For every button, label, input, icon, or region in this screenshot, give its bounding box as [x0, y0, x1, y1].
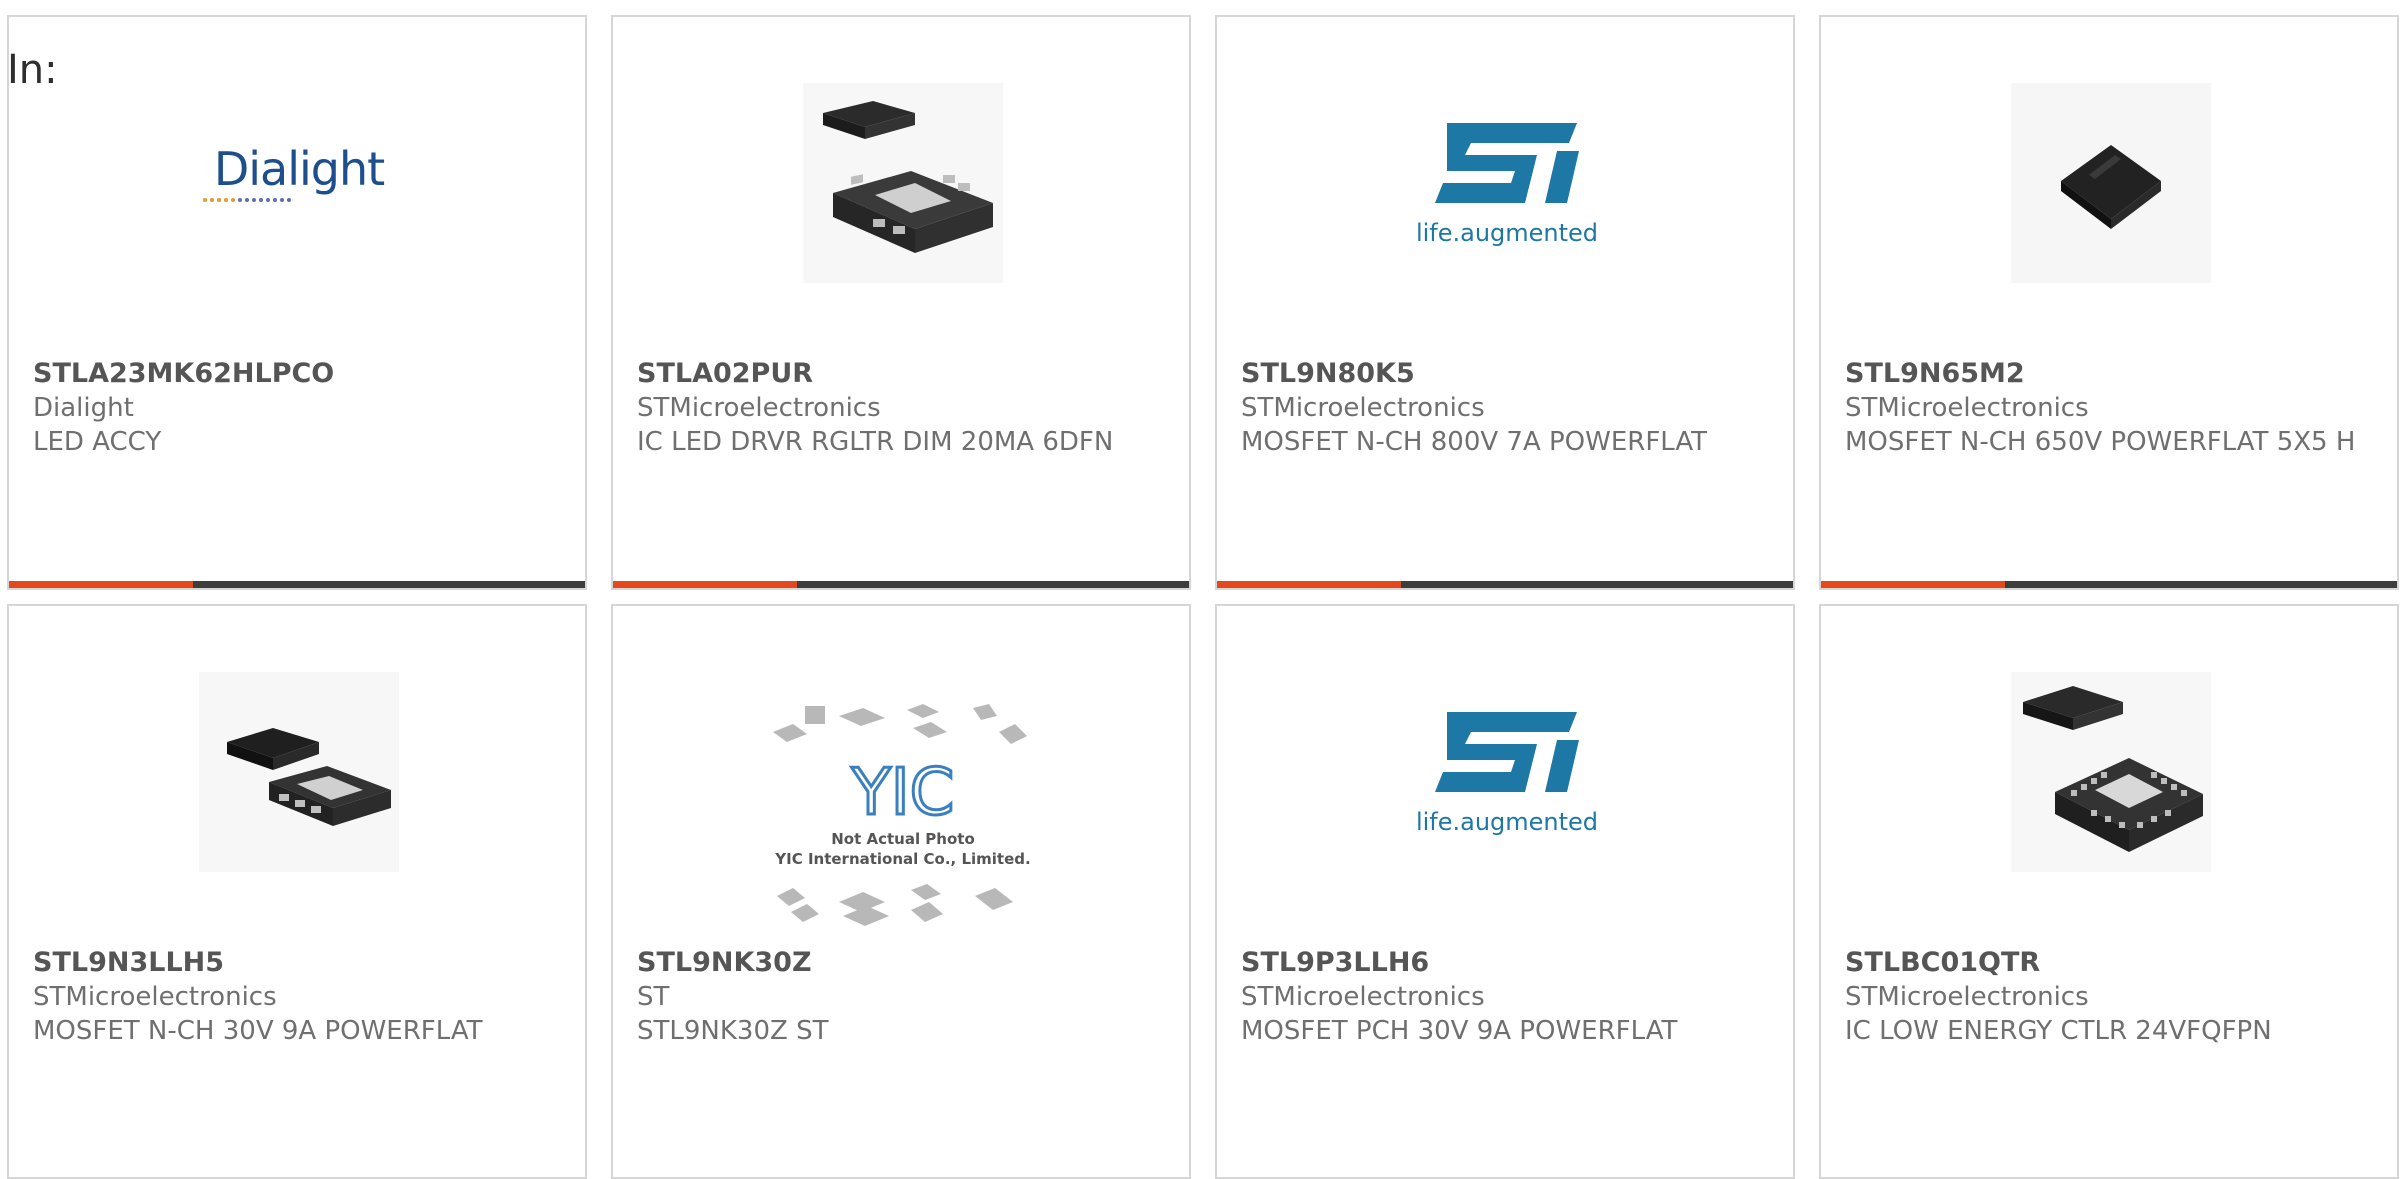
- product-description: MOSFET N-CH 30V 9A POWERFLAT: [33, 1016, 483, 1046]
- manufacturer: Dialight: [33, 393, 134, 423]
- card-progress-bar: [613, 581, 1189, 588]
- qfn-package-icon: [2011, 672, 2211, 872]
- product-card[interactable]: STL9N65M2 STMicroelectronics MOSFET N-CH…: [1819, 15, 2399, 590]
- product-description: IC LOW ENERGY CTLR 24VFQFPN: [1845, 1016, 2272, 1046]
- manufacturer: STMicroelectronics: [1241, 982, 1485, 1012]
- dialight-logo-icon: Dialight: [203, 143, 385, 202]
- product-grid: Dialight STLA23MK62HLPCO Dialight LED AC…: [7, 15, 2400, 1179]
- powerflat-chip-icon: [2011, 83, 2211, 283]
- card-progress-fill: [613, 581, 798, 588]
- st-logo-icon: life.augmented: [1416, 123, 1598, 247]
- part-number[interactable]: STLA23MK62HLPCO: [33, 357, 553, 391]
- product-card[interactable]: YIC Not Actual Photo YIC International C…: [611, 604, 1191, 1179]
- part-number[interactable]: STLA02PUR: [637, 357, 1157, 391]
- product-description: MOSFET N-CH 650V POWERFLAT 5X5 H: [1845, 427, 2356, 457]
- product-card[interactable]: life.augmented STL9N80K5 STMicroelectron…: [1215, 15, 1795, 590]
- product-info: STLBC01QTR STMicroelectronics IC LOW ENE…: [1845, 946, 2365, 1048]
- card-progress-fill: [1217, 581, 1402, 588]
- product-info: STL9N3LLH5 STMicroelectronics MOSFET N-C…: [33, 946, 553, 1048]
- svg-text:YIC: YIC: [851, 756, 955, 830]
- product-info: STL9N80K5 STMicroelectronics MOSFET N-CH…: [1241, 357, 1761, 459]
- product-info: STLA23MK62HLPCO Dialight LED ACCY: [33, 357, 553, 459]
- dfn-package-icon: [803, 83, 1003, 283]
- manufacturer: STMicroelectronics: [1845, 393, 2089, 423]
- manufacturer: STMicroelectronics: [1241, 393, 1485, 423]
- product-image[interactable]: life.augmented: [1407, 83, 1607, 283]
- product-card[interactable]: Dialight STLA23MK62HLPCO Dialight LED AC…: [7, 15, 587, 590]
- product-description: STL9NK30Z ST: [637, 1016, 829, 1046]
- part-number[interactable]: STLBC01QTR: [1845, 946, 2365, 980]
- product-image[interactable]: [803, 83, 1003, 283]
- powerflat-package-icon: [199, 672, 399, 872]
- svg-text:Not Actual Photo: Not Actual Photo: [831, 830, 975, 848]
- product-image[interactable]: Dialight: [199, 83, 399, 283]
- svg-text:Dialight: Dialight: [214, 143, 384, 196]
- manufacturer: STMicroelectronics: [33, 982, 277, 1012]
- product-card[interactable]: STLA02PUR STMicroelectronics IC LED DRVR…: [611, 15, 1191, 590]
- product-image[interactable]: [2011, 672, 2211, 872]
- card-progress-bar: [1821, 581, 2397, 588]
- product-image[interactable]: [199, 672, 399, 872]
- manufacturer: STMicroelectronics: [1845, 982, 2089, 1012]
- yic-placeholder-icon: YIC Not Actual Photo YIC International C…: [773, 704, 1031, 926]
- product-info: STL9N65M2 STMicroelectronics MOSFET N-CH…: [1845, 357, 2365, 459]
- product-image[interactable]: [2011, 83, 2211, 283]
- svg-text:life.augmented: life.augmented: [1416, 808, 1598, 836]
- manufacturer: ST: [637, 982, 670, 1012]
- card-progress-fill: [1821, 581, 2006, 588]
- product-card[interactable]: life.augmented STL9P3LLH6 STMicroelectro…: [1215, 604, 1795, 1179]
- card-progress-bar: [1217, 581, 1793, 588]
- part-number[interactable]: STL9NK30Z: [637, 946, 1157, 980]
- svg-text:life.augmented: life.augmented: [1416, 219, 1598, 247]
- product-card[interactable]: STLBC01QTR STMicroelectronics IC LOW ENE…: [1819, 604, 2399, 1179]
- product-description: MOSFET PCH 30V 9A POWERFLAT: [1241, 1016, 1678, 1046]
- product-info: STLA02PUR STMicroelectronics IC LED DRVR…: [637, 357, 1157, 459]
- product-image[interactable]: life.augmented: [1407, 672, 1607, 872]
- st-logo-icon: life.augmented: [1416, 712, 1598, 836]
- product-info: STL9NK30Z ST STL9NK30Z ST: [637, 946, 1157, 1048]
- manufacturer: STMicroelectronics: [637, 393, 881, 423]
- product-description: IC LED DRVR RGLTR DIM 20MA 6DFN: [637, 427, 1114, 457]
- product-description: MOSFET N-CH 800V 7A POWERFLAT: [1241, 427, 1708, 457]
- product-description: LED ACCY: [33, 427, 162, 457]
- part-number[interactable]: STL9P3LLH6: [1241, 946, 1761, 980]
- page-label: In:: [7, 47, 58, 93]
- product-card[interactable]: STL9N3LLH5 STMicroelectronics MOSFET N-C…: [7, 604, 587, 1179]
- part-number[interactable]: STL9N65M2: [1845, 357, 2365, 391]
- card-progress-bar: [9, 581, 585, 588]
- svg-text:YIC International Co., Limited: YIC International Co., Limited.: [774, 850, 1030, 868]
- product-info: STL9P3LLH6 STMicroelectronics MOSFET PCH…: [1241, 946, 1761, 1048]
- card-progress-fill: [9, 581, 194, 588]
- part-number[interactable]: STL9N3LLH5: [33, 946, 553, 980]
- product-image[interactable]: YIC Not Actual Photo YIC International C…: [763, 696, 1043, 936]
- part-number[interactable]: STL9N80K5: [1241, 357, 1761, 391]
